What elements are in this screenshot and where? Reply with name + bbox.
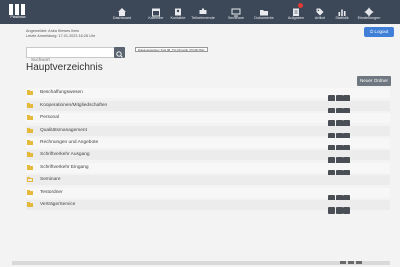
footer-marker [340,261,346,264]
settings-icon [364,4,374,17]
folder-row[interactable]: Qualitätsmanagement [26,126,390,140]
folder-name[interactable]: Verträge/Service [40,202,75,207]
folder-icon [27,165,33,170]
top-navigation-bar: Plastimax Dashboard Kalender Kontakte Teiln… [0,0,400,24]
search-field[interactable] [26,47,124,64]
folder-name[interactable]: Personal [40,115,59,120]
footer-marker [356,261,362,264]
edit-icon[interactable] [328,207,335,214]
folder-actions [328,201,351,214]
folder-name[interactable]: Schriftverkehr Eingang [40,165,89,170]
folder-actions [328,151,351,164]
nav-item-label: Teilnehmende [191,16,215,20]
contacts-icon [173,4,183,16]
logout-label: Logout [374,29,389,34]
folder-actions [328,139,351,152]
folder-name[interactable]: Seminare [40,177,61,182]
folder-name[interactable]: Schriftverkehr Ausgang [40,152,90,157]
folder-row[interactable]: Beschaffungswesen [26,88,390,102]
nav-item-label: Dashboard [112,16,132,20]
folder-row[interactable]: Seminare [26,175,390,185]
folder-row[interactable]: Schriftverkehr Ausgang [26,150,390,164]
nav-item-label: Dokumente [254,16,274,20]
folder-icon [27,115,33,120]
folder-actions [328,89,351,102]
new-folder-button[interactable]: Neuer Ordner [357,76,391,86]
user-info: Angemeldet: Anka Klewes Ilmis Letzte Anm… [26,29,95,39]
folder-name[interactable]: Testordner [40,190,63,195]
folder-row[interactable]: Personal [26,113,390,127]
app-logo[interactable]: Plastimax [6,2,28,22]
folder-icon [27,103,33,108]
logo-text: Plastimax [10,15,26,19]
participants-icon [198,4,208,14]
footer-bar [12,261,390,265]
folder-icon [27,202,33,207]
folder-icon [27,140,33,145]
search-button[interactable] [114,47,125,58]
folder-actions [328,189,351,202]
tag-icon [315,4,325,16]
search-icon [116,51,123,58]
folder-row[interactable]: Rechnungen und Angebote [26,138,390,152]
nav-item-label: Einstellungen [357,16,381,20]
folder-name[interactable]: Beschaffungswesen [40,90,83,95]
folder-icon [27,152,33,157]
path-tooltip: Dokumentordner | Test 08_T% (Chronik) | … [135,47,208,52]
folder-row[interactable]: Kooperationen/Mitgliedschaften [26,101,390,115]
seminars-icon [231,4,241,17]
delete-icon[interactable] [343,207,350,214]
folder-actions [328,102,351,115]
nav-item-dokumente[interactable]: Dokumente [247,0,281,24]
folder-row[interactable]: Testordner [26,188,390,202]
last-login: Letzte Anmeldung: 17.01.2023 16:26 Uhr [26,34,96,38]
calendar-icon [151,4,161,17]
home-icon [117,4,127,16]
nav-item-teilnehmende[interactable]: Teilnehmende [186,0,220,24]
folder-row[interactable]: Verträge/Service [26,200,390,214]
nav-item-einstellungen[interactable]: Einstellungen [352,0,386,24]
statistics-icon [337,4,347,16]
folder-actions [328,127,351,140]
folder-row[interactable]: Schriftverkehr Eingang [26,163,390,177]
move-icon[interactable] [335,207,343,214]
nav-item-dashboard[interactable]: Dashboard [105,0,139,24]
folder-icon [27,128,33,133]
logout-button[interactable]: ⏻ Logout [364,27,394,37]
folder-name[interactable]: Kooperationen/Mitgliedschaften [40,103,107,108]
folder-actions [328,164,351,177]
folder-name[interactable]: Rechnungen und Angebote [40,140,98,145]
page-title: Hauptverzeichnis [26,62,103,73]
folder-icon [27,190,33,195]
footer-marker [348,261,354,264]
folder-name[interactable]: Qualitätsmanagement [40,128,87,133]
folder-icon [27,90,33,95]
folder-actions [328,114,351,127]
folder-open-icon [27,177,33,182]
documents-icon [259,4,269,16]
